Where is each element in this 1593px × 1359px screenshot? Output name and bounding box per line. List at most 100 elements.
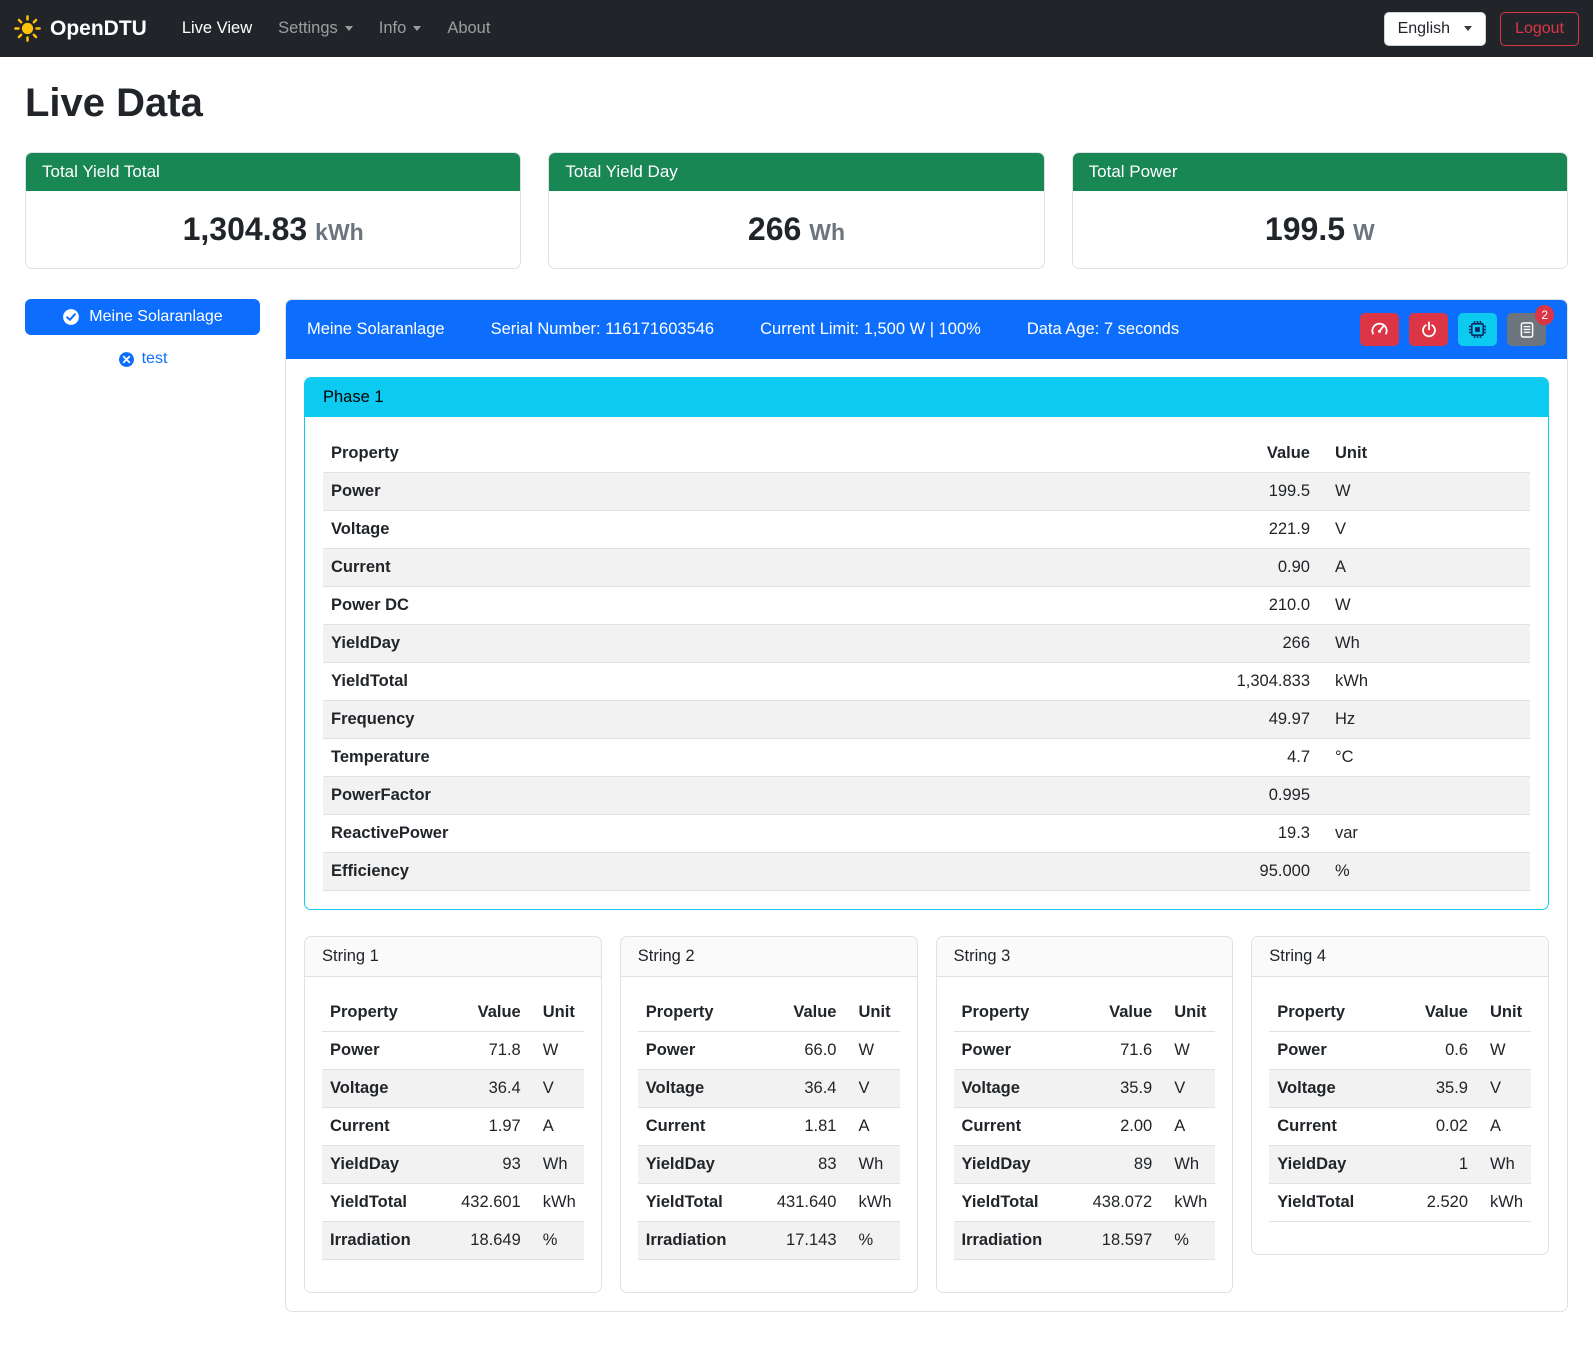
cell-unit: var [1318, 815, 1530, 853]
cell-property: Current [954, 1108, 1070, 1146]
table-row: Current0.02A [1269, 1108, 1531, 1146]
event-log-button[interactable]: 2 [1507, 313, 1546, 346]
card-value: 266 [748, 211, 801, 247]
table-row: YieldTotal432.601kWh [322, 1184, 584, 1222]
cell-value: 4.7 [919, 739, 1318, 777]
cell-unit: V [1318, 511, 1530, 549]
table-row: Current1.81A [638, 1108, 900, 1146]
cell-value: 210.0 [919, 587, 1318, 625]
nav-settings-label: Settings [278, 19, 338, 38]
table-row: YieldDay266Wh [323, 625, 1530, 663]
cell-value: 35.9 [1069, 1070, 1160, 1108]
cell-unit: % [1160, 1222, 1215, 1260]
chevron-down-icon [1464, 26, 1472, 31]
cell-property: Current [323, 549, 919, 587]
cell-value: 221.9 [919, 511, 1318, 549]
column-header-unit: Unit [1476, 994, 1531, 1032]
nav-info[interactable]: Info [366, 10, 435, 47]
language-select-value: English [1398, 20, 1450, 38]
cell-value: 1 [1396, 1146, 1476, 1184]
power-toggle-button[interactable] [1409, 313, 1448, 346]
table-row: PowerFactor0.995 [323, 777, 1530, 815]
sidebar-item-test[interactable]: test [25, 350, 260, 368]
total-power-card: Total Power 199.5 W [1072, 152, 1568, 269]
cell-unit: Wh [1318, 625, 1530, 663]
column-header-value: Value [1396, 994, 1476, 1032]
card-unit: kWh [315, 219, 364, 245]
column-header-value: Value [1069, 994, 1160, 1032]
language-select[interactable]: English [1384, 12, 1486, 46]
page-container: Live Data Total Yield Total 1,304.83kWh … [0, 57, 1593, 1338]
brand[interactable]: OpenDTU [14, 15, 147, 42]
cell-unit: Wh [1160, 1146, 1215, 1184]
cell-property: Current [1269, 1108, 1395, 1146]
cell-property: Power [638, 1032, 754, 1070]
cell-value: 199.5 [919, 473, 1318, 511]
inverter-panel-body: Phase 1 Property Value Unit Power199.5WV… [286, 359, 1567, 1311]
column-header-value: Value [754, 994, 845, 1032]
table-row: Voltage35.9V [954, 1070, 1216, 1108]
column-header-unit: Unit [1318, 435, 1530, 473]
card-unit: Wh [809, 219, 845, 245]
limit-settings-button[interactable] [1360, 313, 1399, 346]
cell-value: 49.97 [919, 701, 1318, 739]
device-info-button[interactable] [1458, 313, 1497, 346]
cell-unit: W [1160, 1032, 1215, 1070]
cell-unit: Wh [845, 1146, 900, 1184]
cell-value: 0.995 [919, 777, 1318, 815]
total-yield-total-card: Total Yield Total 1,304.83kWh [25, 152, 521, 269]
nav-about[interactable]: About [434, 10, 503, 47]
content-row: Meine Solaranlage test Meine Solaranlage… [25, 299, 1568, 1312]
string-card-body: Property Value Unit Power66.0WVoltage36.… [621, 977, 917, 1292]
cell-property: Voltage [322, 1070, 438, 1108]
string-card-body: Property Value Unit Power71.6WVoltage35.… [937, 977, 1233, 1292]
nav-live-view[interactable]: Live View [169, 10, 265, 47]
cell-unit: % [845, 1222, 900, 1260]
cell-unit [1318, 777, 1530, 815]
card-value: 199.5 [1265, 211, 1345, 247]
cell-unit: kWh [845, 1184, 900, 1222]
cell-value: 36.4 [438, 1070, 529, 1108]
cell-unit: W [1318, 587, 1530, 625]
cell-property: YieldDay [638, 1146, 754, 1184]
table-row: Power71.6W [954, 1032, 1216, 1070]
card-title: Total Power [1073, 153, 1567, 191]
cell-value: 36.4 [754, 1070, 845, 1108]
strings-row: String 1 Property Value Unit [304, 936, 1549, 1293]
inverter-panel-header: Meine Solaranlage Serial Number: 1161716… [286, 300, 1567, 359]
column-header-property: Property [322, 994, 438, 1032]
table-row: Efficiency95.000% [323, 853, 1530, 891]
navbar: OpenDTU Live View Settings Info About En… [0, 0, 1593, 57]
cell-unit: A [529, 1108, 584, 1146]
cell-unit: A [845, 1108, 900, 1146]
column-header-property: Property [638, 994, 754, 1032]
phase-card-title: Phase 1 [305, 378, 1548, 417]
nav-settings[interactable]: Settings [265, 10, 366, 47]
string-card-title: String 2 [621, 937, 917, 977]
table-row: YieldDay83Wh [638, 1146, 900, 1184]
navbar-right: English Logout [1384, 12, 1579, 46]
table-header-row: Property Value Unit [954, 994, 1216, 1032]
cell-value: 95.000 [919, 853, 1318, 891]
table-row: Voltage221.9V [323, 511, 1530, 549]
inverter-sidebar: Meine Solaranlage test [25, 299, 260, 368]
cell-value: 2.520 [1396, 1184, 1476, 1222]
card-title: Total Yield Day [549, 153, 1043, 191]
cell-property: Efficiency [323, 853, 919, 891]
cell-unit: Hz [1318, 701, 1530, 739]
cell-property: Irradiation [638, 1222, 754, 1260]
string-card-body: Property Value Unit Power71.8WVoltage36.… [305, 977, 601, 1292]
cell-unit: W [529, 1032, 584, 1070]
logout-button[interactable]: Logout [1500, 12, 1579, 46]
cell-value: 19.3 [919, 815, 1318, 853]
page-title: Live Data [25, 81, 1568, 126]
cell-value: 89 [1069, 1146, 1160, 1184]
cell-property: Power DC [323, 587, 919, 625]
inverter-select-button[interactable]: Meine Solaranlage [25, 299, 260, 335]
column-header-value: Value [438, 994, 529, 1032]
journal-icon [1518, 321, 1536, 339]
cell-property: YieldDay [1269, 1146, 1395, 1184]
cell-property: PowerFactor [323, 777, 919, 815]
cell-property: Frequency [323, 701, 919, 739]
card-unit: W [1353, 219, 1375, 245]
